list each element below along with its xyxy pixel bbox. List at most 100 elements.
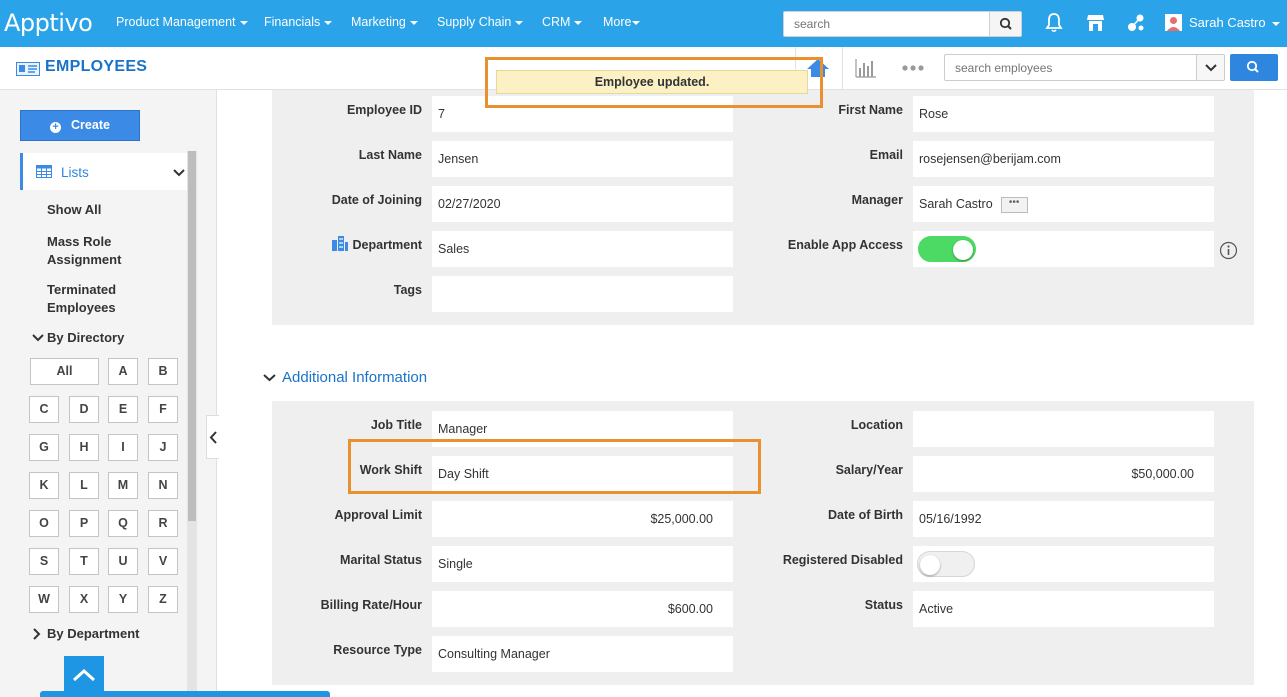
first-name-field[interactable]: Rose [913, 96, 1214, 132]
registered-disabled-toggle[interactable] [917, 551, 975, 577]
directory-letter[interactable]: J [148, 434, 178, 461]
employee-search-input[interactable] [945, 55, 1195, 80]
directory-letter[interactable]: U [108, 548, 138, 575]
chevron-down-icon [324, 20, 333, 25]
nav-label: Supply Chain [437, 15, 512, 29]
last-name-label: Last Name [358, 148, 422, 162]
directory-letter[interactable]: O [29, 510, 59, 537]
department-label: Department [352, 238, 422, 252]
info-icon[interactable] [1219, 241, 1238, 260]
date-of-joining-field[interactable]: 02/27/2020 [432, 186, 733, 222]
store-icon[interactable] [1086, 12, 1105, 34]
sidebar-item-mass-role-assignment[interactable]: Mass Role Assignment [47, 233, 157, 269]
by-department-toggle[interactable]: By Department [32, 626, 139, 641]
manager-label: Manager [851, 193, 903, 207]
job-title-label: Job Title [370, 418, 422, 432]
apptivo-logo[interactable]: Apptivo [4, 9, 93, 37]
create-label: Create [71, 118, 110, 132]
more-options-icon[interactable] [902, 64, 924, 72]
department-field[interactable]: Sales [432, 231, 733, 267]
nav-product-management[interactable]: Product Management [116, 15, 248, 29]
create-button[interactable]: + Create [20, 110, 140, 141]
chevron-down-icon [515, 20, 524, 25]
email-field[interactable]: rosejensen@berijam.com [913, 141, 1214, 177]
nav-financials[interactable]: Financials [264, 15, 333, 29]
directory-letter[interactable]: I [108, 434, 138, 461]
nav-crm[interactable]: CRM [542, 15, 583, 29]
manager-field[interactable]: Sarah Castro ••• [913, 186, 1214, 222]
employee-card-icon [16, 62, 40, 76]
directory-letter[interactable]: P [69, 510, 99, 537]
chevron-down-icon [239, 20, 248, 25]
sidebar-item-show-all[interactable]: Show All [47, 201, 101, 219]
directory-letter[interactable]: Y [108, 586, 138, 613]
directory-letter[interactable]: E [108, 396, 138, 423]
chevron-down-icon[interactable] [263, 373, 276, 383]
nav-marketing[interactable]: Marketing [351, 15, 418, 29]
sidebar-scrollbar-thumb[interactable] [188, 151, 196, 521]
last-name-field[interactable]: Jensen [432, 141, 733, 177]
search-filter-dropdown[interactable] [1196, 55, 1224, 80]
directory-letter[interactable]: H [69, 434, 99, 461]
billing-rate-hour-field[interactable]: $600.00 [432, 591, 733, 627]
directory-letter[interactable]: W [29, 586, 59, 613]
directory-letter[interactable]: A [108, 358, 138, 385]
tags-field[interactable] [432, 276, 733, 312]
directory-letter[interactable]: D [69, 396, 99, 423]
avatar-icon[interactable] [1165, 14, 1182, 31]
location-field[interactable] [913, 411, 1214, 447]
user-menu[interactable]: Sarah Castro [1189, 15, 1280, 30]
page-title: EMPLOYEES [45, 58, 148, 75]
network-icon[interactable] [1126, 12, 1146, 34]
global-search-input[interactable] [784, 12, 990, 36]
sidebar-item-terminated-employees[interactable]: Terminated Employees [47, 281, 157, 317]
nav-supply-chain[interactable]: Supply Chain [437, 15, 524, 29]
nav-more[interactable]: More [603, 15, 641, 29]
billing-rate-hour-label: Billing Rate/Hour [320, 598, 422, 612]
marital-status-field[interactable]: Single [432, 546, 733, 582]
directory-letter[interactable]: X [69, 586, 99, 613]
toggle-knob [920, 555, 940, 575]
directory-letter[interactable]: N [148, 472, 178, 499]
enable-app-access-label: Enable App Access [787, 238, 903, 252]
directory-letter[interactable]: S [29, 548, 59, 575]
by-directory-label: By Directory [47, 330, 125, 345]
bar-chart-icon[interactable] [854, 57, 878, 79]
directory-letter[interactable]: B [148, 358, 178, 385]
employee-search-button[interactable] [1230, 54, 1278, 81]
by-directory-toggle[interactable]: By Directory [32, 330, 124, 345]
sidebar-lists-toggle[interactable]: Lists [20, 153, 187, 190]
directory-letter[interactable]: C [29, 396, 59, 423]
global-search-button[interactable] [989, 12, 1021, 36]
directory-letter[interactable]: G [29, 434, 59, 461]
directory-letter[interactable]: M [108, 472, 138, 499]
nav-label: Financials [264, 15, 321, 29]
directory-letter[interactable]: Q [108, 510, 138, 537]
directory-letter[interactable]: F [148, 396, 178, 423]
directory-letter[interactable]: K [29, 472, 59, 499]
table-icon [36, 165, 52, 178]
salary-year-field[interactable]: $50,000.00 [913, 456, 1214, 492]
date-of-birth-field[interactable]: 05/16/1992 [913, 501, 1214, 537]
nav-label: Product Management [116, 15, 236, 29]
employee-id-label: Employee ID [346, 103, 422, 117]
directory-letter[interactable]: L [69, 472, 99, 499]
resource-type-field[interactable]: Consulting Manager [432, 636, 733, 672]
bottom-tray[interactable] [40, 691, 330, 697]
directory-letter[interactable]: V [148, 548, 178, 575]
chevron-down-icon [1205, 64, 1217, 72]
search-icon [1246, 60, 1259, 73]
bell-icon[interactable] [1045, 12, 1063, 34]
manager-lookup-button[interactable]: ••• [1000, 196, 1028, 213]
chevron-down-icon [32, 334, 44, 342]
additional-information-header[interactable]: Additional Information [282, 369, 427, 386]
directory-letter-all[interactable]: All [30, 358, 99, 385]
directory-letter[interactable]: Z [148, 586, 178, 613]
approval-limit-field[interactable]: $25,000.00 [432, 501, 733, 537]
directory-letter[interactable]: R [148, 510, 178, 537]
collapse-sidebar-button[interactable] [206, 415, 219, 459]
directory-letter[interactable]: T [69, 548, 99, 575]
enable-app-access-toggle[interactable] [918, 236, 976, 262]
date-of-joining-label: Date of Joining [331, 193, 422, 207]
status-field[interactable]: Active [913, 591, 1214, 627]
